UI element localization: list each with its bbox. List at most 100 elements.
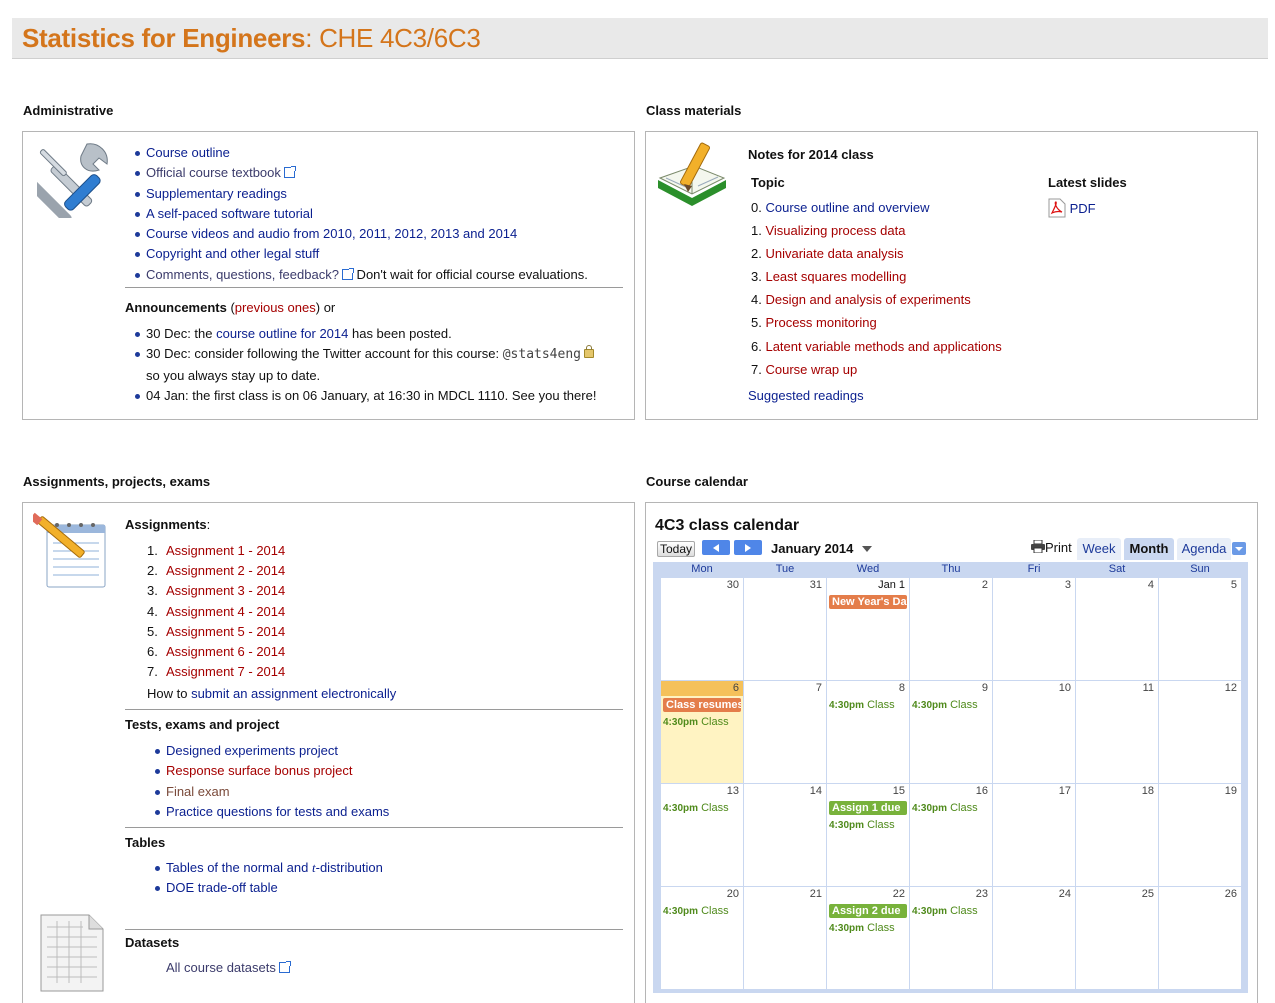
day-cell[interactable]: Jan 1 New Year's Day bbox=[827, 578, 909, 680]
list-item: Comments, questions, feedback? Don't wai… bbox=[133, 265, 623, 285]
final-exam-link[interactable]: Final exam bbox=[166, 784, 230, 799]
day-cell[interactable]: 5 bbox=[1159, 578, 1241, 680]
assignment-link[interactable]: Assignment 2 - 2014 bbox=[166, 563, 285, 578]
day-cell[interactable]: 11 bbox=[1076, 681, 1158, 783]
response-surface-link[interactable]: Response surface bonus project bbox=[166, 763, 352, 778]
assignment-link[interactable]: Assignment 7 - 2014 bbox=[166, 664, 285, 679]
topic-link[interactable]: Univariate data analysis bbox=[765, 246, 903, 261]
assignment-link[interactable]: Assignment 1 - 2014 bbox=[166, 543, 285, 558]
course-outline-2014-link[interactable]: course outline for 2014 bbox=[216, 326, 348, 341]
topic-link[interactable]: Course wrap up bbox=[765, 362, 857, 377]
suggested-readings-link[interactable]: Suggested readings bbox=[748, 388, 864, 403]
event-class[interactable]: 4:30pm Class bbox=[663, 905, 729, 917]
event-assign-2-due[interactable]: Assign 2 due bbox=[829, 904, 907, 918]
tab-agenda[interactable]: Agenda bbox=[1177, 538, 1231, 560]
feedback-link[interactable]: Comments, questions, feedback? bbox=[146, 267, 339, 282]
submit-assignment-link[interactable]: submit an assignment electronically bbox=[191, 686, 396, 701]
day-cell[interactable]: 26 bbox=[1159, 887, 1241, 989]
day-cell[interactable]: 30 bbox=[661, 578, 743, 680]
today-button[interactable]: Today bbox=[657, 541, 696, 557]
event-assign-1-due[interactable]: Assign 1 due bbox=[829, 801, 907, 815]
assignment-link[interactable]: Assignment 3 - 2014 bbox=[166, 583, 285, 598]
supplementary-readings-link[interactable]: Supplementary readings bbox=[146, 186, 287, 201]
course-videos-link[interactable]: Course videos and audio from 2010, 2011,… bbox=[146, 226, 517, 241]
day-cell[interactable]: 2 bbox=[910, 578, 992, 680]
textbook-link[interactable]: Official course textbook bbox=[146, 165, 281, 180]
event-new-years-day[interactable]: New Year's Day bbox=[829, 595, 907, 609]
event-class[interactable]: 4:30pm Class bbox=[912, 699, 978, 711]
all-datasets-link[interactable]: All course datasets bbox=[166, 960, 276, 975]
feedback-note: Don't wait for official course evaluatio… bbox=[352, 266, 588, 282]
event-class[interactable]: 4:30pm Class bbox=[829, 699, 895, 711]
day-number: 4 bbox=[1147, 579, 1154, 591]
day-cell-today[interactable]: 6 Class resumes 4:30pm Class bbox=[661, 681, 743, 783]
day-cell[interactable]: 8 4:30pm Class bbox=[827, 681, 909, 783]
calendar-options-button[interactable] bbox=[1232, 542, 1246, 555]
topic-link[interactable]: Course outline and overview bbox=[765, 200, 929, 215]
day-cell[interactable]: 17 bbox=[993, 784, 1075, 886]
print-button[interactable]: Print bbox=[1031, 539, 1072, 555]
month-dropdown-icon[interactable] bbox=[862, 546, 872, 552]
day-cell[interactable]: 13 4:30pm Class bbox=[661, 784, 743, 886]
event-class-resumes[interactable]: Class resumes bbox=[663, 698, 741, 712]
day-cell[interactable]: 12 bbox=[1159, 681, 1241, 783]
assignment-link[interactable]: Assignment 4 - 2014 bbox=[166, 604, 285, 619]
day-cell[interactable]: 22 Assign 2 due 4:30pm Class bbox=[827, 887, 909, 989]
day-cell[interactable]: 31 bbox=[744, 578, 826, 680]
day-cell[interactable]: 7 bbox=[744, 681, 826, 783]
tests-list: Designed experiments project Response su… bbox=[153, 741, 623, 822]
assignment-link[interactable]: Assignment 6 - 2014 bbox=[166, 644, 285, 659]
practice-questions-link[interactable]: Practice questions for tests and exams bbox=[166, 804, 389, 819]
twitter-handle-link[interactable]: @stats4eng bbox=[503, 347, 581, 362]
day-cell[interactable]: 3 bbox=[993, 578, 1075, 680]
topic-link[interactable]: Process monitoring bbox=[765, 315, 876, 330]
day-cell[interactable]: 24 bbox=[993, 887, 1075, 989]
day-cell[interactable]: 9 4:30pm Class bbox=[910, 681, 992, 783]
topic-link[interactable]: Least squares modelling bbox=[765, 269, 906, 284]
day-cell[interactable]: 15 Assign 1 due 4:30pm Class bbox=[827, 784, 909, 886]
day-cell[interactable]: 10 bbox=[993, 681, 1075, 783]
event-class[interactable]: 4:30pm Class bbox=[663, 802, 729, 814]
list-item: Official course textbook bbox=[133, 163, 623, 183]
list-item: 5. Assignment 5 - 2014 bbox=[147, 622, 285, 642]
event-class[interactable]: 4:30pm Class bbox=[829, 819, 895, 831]
pdf-slides-link[interactable]: PDF bbox=[1070, 201, 1096, 216]
day-cell[interactable]: 19 bbox=[1159, 784, 1241, 886]
software-tutorial-link[interactable]: A self-paced software tutorial bbox=[146, 206, 313, 221]
topic-link[interactable]: Visualizing process data bbox=[765, 223, 905, 238]
day-cell[interactable]: 21 bbox=[744, 887, 826, 989]
day-cell[interactable]: 23 4:30pm Class bbox=[910, 887, 992, 989]
event-class[interactable]: 4:30pm Class bbox=[912, 905, 978, 917]
designed-experiments-link[interactable]: Designed experiments project bbox=[166, 743, 338, 758]
doe-tradeoff-table-link[interactable]: DOE trade-off table bbox=[166, 880, 278, 895]
assignment-link[interactable]: Assignment 5 - 2014 bbox=[166, 624, 285, 639]
item-number: 7. bbox=[147, 664, 158, 680]
topic-link[interactable]: Design and analysis of experiments bbox=[765, 292, 970, 307]
previous-announcements-link[interactable]: previous ones bbox=[235, 300, 316, 315]
tools-icon bbox=[37, 143, 108, 218]
external-link-icon bbox=[278, 961, 291, 973]
event-class[interactable]: 4:30pm Class bbox=[663, 716, 729, 728]
prev-month-button[interactable] bbox=[702, 540, 730, 555]
tests-heading: Tests, exams and project bbox=[125, 717, 280, 732]
day-cell[interactable]: 14 bbox=[744, 784, 826, 886]
day-cell[interactable]: 25 bbox=[1076, 887, 1158, 989]
item-number: 6. bbox=[147, 644, 158, 660]
list-item: Tables of the normal and t-distribution bbox=[153, 858, 623, 878]
day-cell[interactable]: 18 bbox=[1076, 784, 1158, 886]
assignments-label: Assignments bbox=[125, 517, 207, 532]
tab-week[interactable]: Week bbox=[1077, 538, 1121, 560]
next-month-button[interactable] bbox=[734, 540, 762, 555]
day-cell[interactable]: 20 4:30pm Class bbox=[661, 887, 743, 989]
normal-t-tables-link[interactable]: Tables of the normal and t-distribution bbox=[166, 860, 383, 875]
topic-link[interactable]: Latent variable methods and applications bbox=[765, 339, 1001, 354]
day-cell[interactable]: 4 bbox=[1076, 578, 1158, 680]
event-class[interactable]: 4:30pm Class bbox=[829, 922, 895, 934]
tab-month[interactable]: Month bbox=[1124, 538, 1174, 560]
month-label: January 2014 bbox=[771, 541, 854, 556]
day-cell[interactable]: 16 4:30pm Class bbox=[910, 784, 992, 886]
copyright-link[interactable]: Copyright and other legal stuff bbox=[146, 246, 319, 261]
course-outline-link[interactable]: Course outline bbox=[146, 145, 230, 160]
event-class[interactable]: 4:30pm Class bbox=[912, 802, 978, 814]
tables-list: Tables of the normal and t-distribution … bbox=[153, 858, 623, 899]
